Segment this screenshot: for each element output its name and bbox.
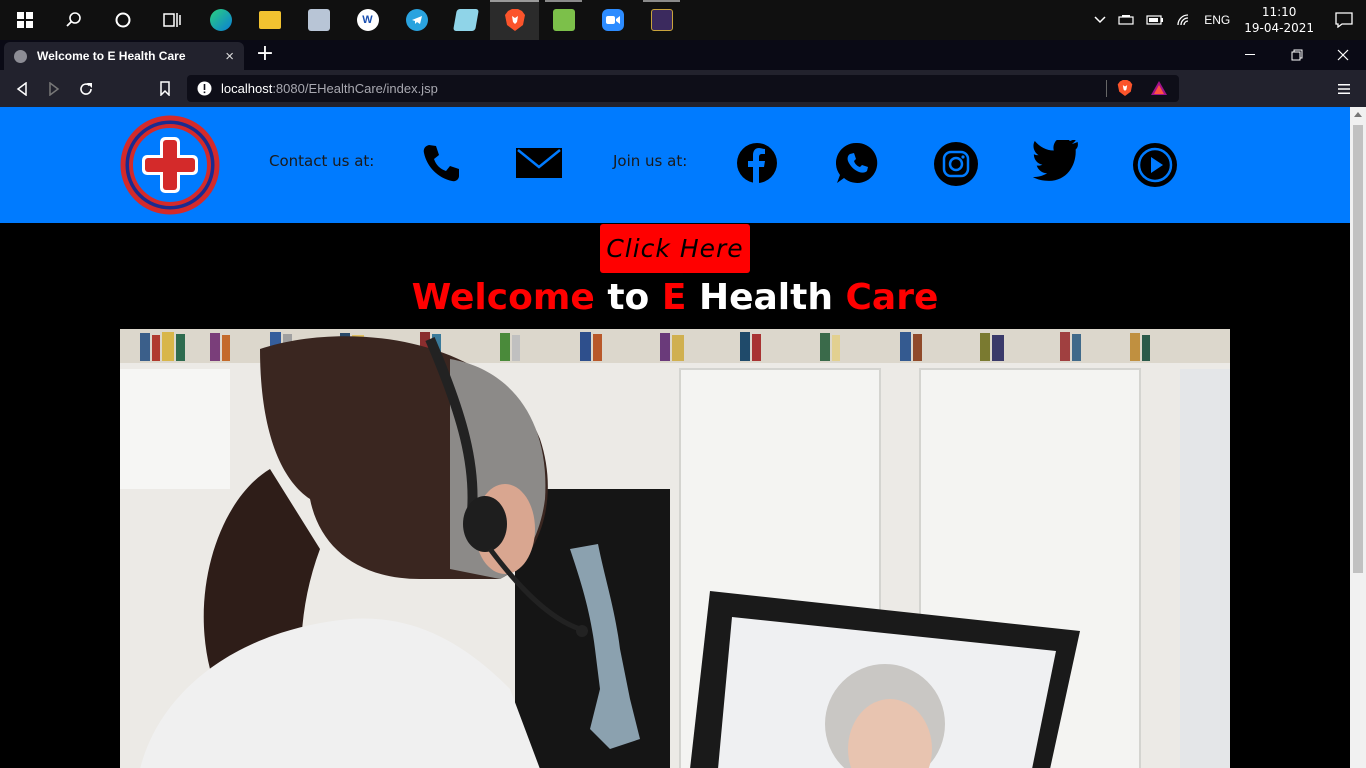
title-word-to: to xyxy=(607,277,650,318)
minimize-button[interactable] xyxy=(1228,40,1274,70)
youtube-play-icon[interactable] xyxy=(1132,142,1178,188)
notepad-icon[interactable] xyxy=(539,0,588,40)
address-bar-divider xyxy=(1106,80,1107,97)
system-tray: ENG 11:10 19-04-2021 xyxy=(1088,0,1366,40)
health-cross-logo xyxy=(120,115,220,219)
edge-icon[interactable] xyxy=(196,0,245,40)
twitter-icon[interactable] xyxy=(1030,137,1082,185)
game-icon[interactable] xyxy=(637,0,686,40)
brave-shields-icon[interactable] xyxy=(1117,79,1133,97)
file-explorer-icon[interactable] xyxy=(245,0,294,40)
scroll-up-arrow-icon[interactable] xyxy=(1354,112,1362,117)
title-word-e: E xyxy=(661,277,687,318)
tab-title: Welcome to E Health Care xyxy=(37,49,186,63)
battery-icon[interactable] xyxy=(1140,0,1170,40)
close-window-button[interactable] xyxy=(1320,40,1366,70)
wps-icon[interactable]: W xyxy=(343,0,392,40)
email-icon[interactable] xyxy=(515,142,563,184)
brave-rewards-icon[interactable] xyxy=(1150,80,1168,96)
tab-close-button[interactable]: × xyxy=(225,48,234,65)
site-header: Contact us at: Join us at: xyxy=(0,107,1350,223)
browser-nav-bar: localhost:8080/EHealthCare/index.jsp xyxy=(0,70,1366,107)
brave-icon[interactable] xyxy=(490,0,539,40)
new-tab-button[interactable]: + xyxy=(254,42,276,68)
browser-tab[interactable]: Welcome to E Health Care × xyxy=(4,42,244,70)
cortana-icon[interactable] xyxy=(98,0,147,40)
join-label: Join us at: xyxy=(613,152,688,170)
info-icon[interactable] xyxy=(197,81,212,96)
start-icon[interactable] xyxy=(0,0,49,40)
url-host: localhost xyxy=(221,81,273,96)
whatsapp-icon[interactable] xyxy=(836,142,878,184)
clock-date: 19-04-2021 xyxy=(1244,21,1314,35)
bookmark-icon[interactable] xyxy=(149,70,181,107)
search-icon[interactable] xyxy=(49,0,98,40)
language-indicator[interactable]: ENG xyxy=(1198,0,1236,40)
click-here-button[interactable]: Click Here xyxy=(600,224,750,273)
restore-button[interactable] xyxy=(1274,40,1320,70)
title-word-care: Care xyxy=(845,277,939,318)
network-adapter-icon[interactable] xyxy=(1112,0,1140,40)
title-word-welcome: Welcome xyxy=(411,277,595,318)
facebook-icon[interactable] xyxy=(736,142,778,184)
forward-button[interactable] xyxy=(38,70,70,107)
phone-icon[interactable] xyxy=(420,142,462,184)
page-scrollbar[interactable] xyxy=(1350,107,1366,768)
monitor-app-icon[interactable] xyxy=(294,0,343,40)
clock[interactable]: 11:10 19-04-2021 xyxy=(1236,4,1322,36)
page-title: Welcome to E Health Care xyxy=(0,277,1350,318)
contact-label: Contact us at: xyxy=(269,152,375,170)
address-bar[interactable]: localhost:8080/EHealthCare/index.jsp xyxy=(187,75,1179,102)
task-view-icon[interactable] xyxy=(147,0,196,40)
windows-taskbar: W ENG 11:10 19-04-2021 xyxy=(0,0,1366,40)
globe-icon xyxy=(14,49,27,63)
chevron-up-icon[interactable] xyxy=(1088,0,1112,40)
telegram-icon[interactable] xyxy=(392,0,441,40)
hamburger-menu-icon[interactable] xyxy=(1332,70,1356,107)
web-page: Contact us at: Join us at: Click Here We… xyxy=(0,107,1350,768)
notes-app-icon[interactable] xyxy=(441,0,490,40)
notifications-icon[interactable] xyxy=(1322,0,1366,40)
url-path: :8080/EHealthCare/index.jsp xyxy=(272,81,438,96)
scroll-thumb[interactable] xyxy=(1353,125,1363,573)
title-word-health: Health xyxy=(698,277,833,318)
back-button[interactable] xyxy=(6,70,38,107)
clock-time: 11:10 xyxy=(1261,5,1297,19)
wifi-icon[interactable] xyxy=(1170,0,1198,40)
zoom-icon[interactable] xyxy=(588,0,637,40)
browser-tab-bar: Welcome to E Health Care × + xyxy=(0,40,1366,70)
hero-image-telemedicine xyxy=(120,329,1230,768)
instagram-icon[interactable] xyxy=(934,142,978,186)
reload-button[interactable] xyxy=(70,70,102,107)
